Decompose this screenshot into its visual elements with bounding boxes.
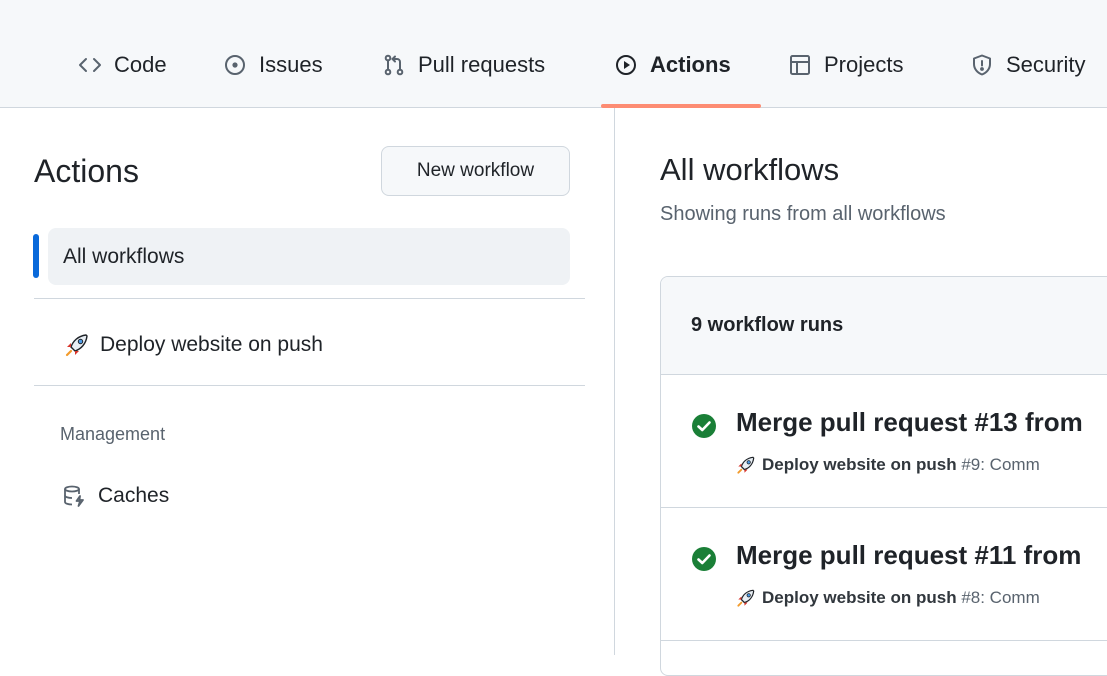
tab-label: Security <box>1006 52 1086 77</box>
active-item-indicator <box>33 234 39 278</box>
success-check-icon <box>691 413 717 444</box>
rocket-icon <box>64 332 90 358</box>
runs-list-header: 9 workflow runs <box>661 277 1107 375</box>
sidebar-item-caches[interactable]: Caches <box>62 481 169 511</box>
table-icon <box>788 53 812 77</box>
sidebar-item-all-workflows[interactable]: All workflows <box>48 228 570 285</box>
repo-tab-nav: Code Issues Pull requests Actions Projec… <box>0 0 1107 108</box>
column-divider <box>614 108 615 655</box>
workflow-runs-list: 9 workflow runs Merge pull request #13 f… <box>660 276 1107 676</box>
tab-pull-requests[interactable]: Pull requests <box>382 44 545 86</box>
new-workflow-button[interactable]: New workflow <box>381 146 570 196</box>
code-icon <box>78 53 102 77</box>
run-title-link[interactable]: Merge pull request #13 from <box>736 407 1083 438</box>
sidebar-title: Actions <box>34 153 139 189</box>
tab-label: Pull requests <box>418 52 546 77</box>
sidebar-item-deploy-website[interactable]: Deploy website on push <box>64 330 323 360</box>
tab-label: Code <box>114 52 167 77</box>
run-number: #8: Comm <box>956 588 1040 607</box>
tab-security[interactable]: Security <box>970 44 1085 86</box>
sidebar-item-label: All workflows <box>63 244 185 268</box>
rocket-icon <box>736 588 756 608</box>
issue-opened-icon <box>223 53 247 77</box>
run-workflow-name: Deploy website on push <box>762 588 957 607</box>
page-subtitle: Showing runs from all workflows <box>660 203 946 225</box>
sidebar-divider <box>34 385 585 386</box>
tab-actions[interactable]: Actions <box>614 44 731 86</box>
selected-tab-indicator <box>601 104 761 108</box>
git-pull-request-icon <box>382 53 406 77</box>
play-icon <box>614 53 638 77</box>
sidebar-item-label: Caches <box>98 484 170 507</box>
run-number: #9: Comm <box>956 455 1040 474</box>
workflow-run-row[interactable]: Merge pull request #11 from Deploy websi… <box>661 508 1107 641</box>
runs-count: 9 workflow runs <box>691 314 844 336</box>
tab-label: Projects <box>824 52 904 77</box>
rocket-icon <box>736 455 756 475</box>
page-title: All workflows <box>660 152 840 187</box>
management-heading: Management <box>60 424 166 444</box>
run-workflow-name: Deploy website on push <box>762 455 957 474</box>
tab-label: Issues <box>259 52 323 77</box>
tab-label: Actions <box>650 52 731 77</box>
sidebar-item-label: Deploy website on push <box>100 333 323 356</box>
shield-icon <box>970 53 994 77</box>
database-icon <box>62 484 86 508</box>
success-check-icon <box>691 546 717 577</box>
sidebar-divider <box>34 298 585 299</box>
tab-projects[interactable]: Projects <box>788 44 903 86</box>
tab-code[interactable]: Code <box>78 44 167 86</box>
tab-issues[interactable]: Issues <box>223 44 323 86</box>
run-meta: Deploy website on push #9: Comm <box>736 455 1040 475</box>
workflow-run-row[interactable]: Merge pull request #13 from Deploy websi… <box>661 375 1107 508</box>
run-title-link[interactable]: Merge pull request #11 from <box>736 540 1081 571</box>
run-meta: Deploy website on push #8: Comm <box>736 588 1040 608</box>
